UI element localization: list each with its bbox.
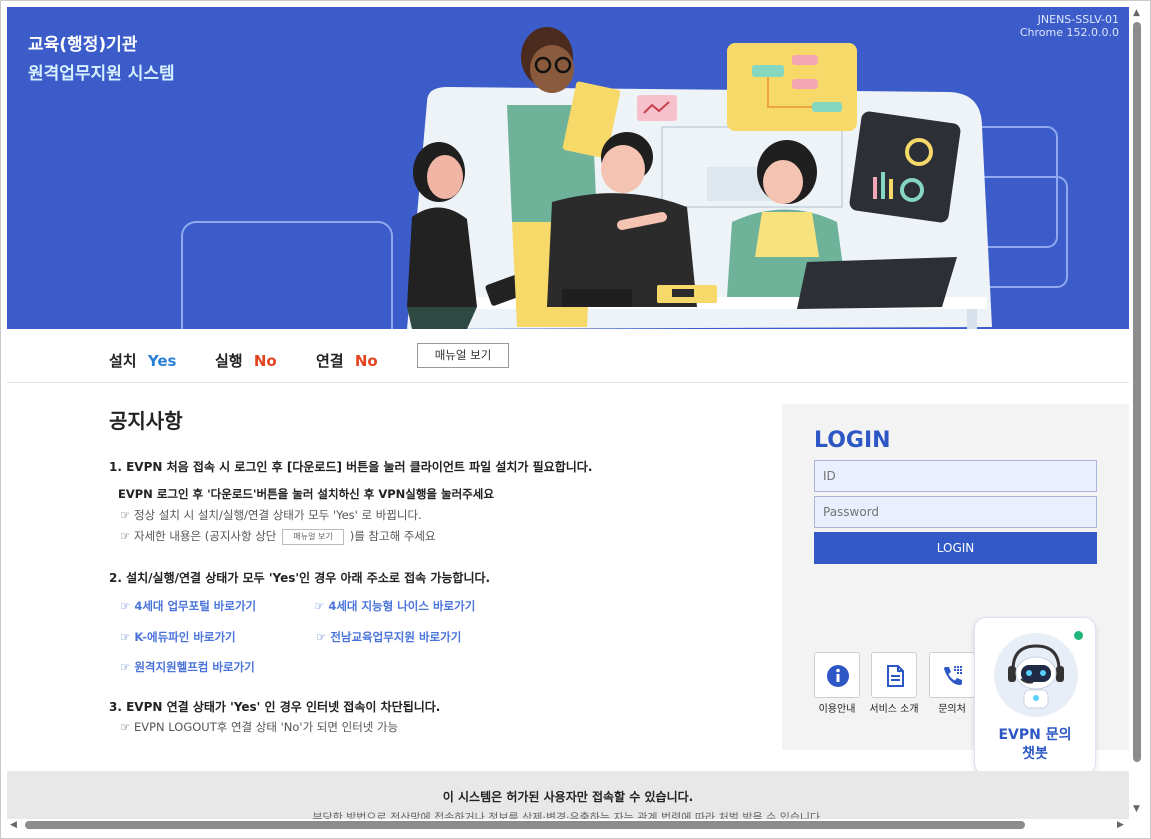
notice-item-3: 3. EVPN 연결 상태가 'Yes' 인 경우 인터넷 접속이 차단됩니다.	[109, 700, 441, 714]
chatbot-label-line-1: EVPN 문의	[998, 727, 1072, 743]
scroll-up-arrow[interactable]: ▲	[1133, 9, 1140, 18]
run-status: 실행 No	[215, 350, 277, 371]
install-value: Yes	[147, 352, 177, 370]
link-work-portal[interactable]: ☞ 4세대 업무포털 바로가기	[120, 598, 256, 614]
robot-icon	[994, 633, 1078, 717]
footer-legal-text: 부당한 방법으로 전산망에 접속하거나 정보를 삭제·변경·유출하는 자는 관계…	[312, 811, 824, 819]
notice-title: 공지사항	[109, 409, 183, 433]
scroll-right-arrow[interactable]: ▶	[1117, 821, 1124, 830]
document-icon	[887, 665, 904, 687]
chatbot-label-line-2: 챗봇	[1022, 746, 1048, 762]
link-k-edufine[interactable]: ☞ K-에듀파인 바로가기	[120, 629, 236, 645]
run-label: 실행	[215, 352, 243, 370]
chatbot-label: EVPN 문의 챗봇	[975, 726, 1095, 764]
notice-item-2: 2. 설치/실행/연결 상태가 모두 'Yes'인 경우 아래 주소로 접속 가…	[109, 571, 491, 585]
connect-status: 연결 No	[316, 350, 378, 371]
hero-banner: 교육(행정)기관 원격업무지원 시스템 JNENS-SSLV-01 Chrome…	[7, 7, 1129, 329]
horizontal-scrollbar[interactable]: ◀ ▶	[7, 819, 1131, 832]
system-info: JNENS-SSLV-01 Chrome 152.0.0.0	[1020, 13, 1119, 39]
notice-item-1: 1. EVPN 처음 접속 시 로그인 후 [다운로드] 버튼을 눌러 클라이언…	[109, 460, 593, 474]
hero-title: 교육(행정)기관	[28, 35, 138, 55]
vertical-scroll-thumb[interactable]	[1133, 22, 1141, 762]
login-title: LOGIN	[814, 428, 891, 453]
info-icon	[827, 665, 849, 687]
connect-value: No	[354, 352, 378, 370]
horizontal-scroll-thumb[interactable]	[25, 821, 1025, 829]
phone-icon	[944, 666, 962, 685]
mini-manual-button[interactable]: 매뉴얼 보기	[282, 528, 345, 545]
id-input[interactable]	[814, 460, 1097, 492]
manual-button[interactable]: 매뉴얼 보기	[417, 343, 509, 368]
notice-item-1-note-2: ☞ 자세한 내용은 (공지사항 상단 매뉴얼 보기 )를 참고해 주세요	[120, 528, 436, 545]
chatbot-widget[interactable]: EVPN 문의 챗봇	[974, 617, 1096, 775]
footer: 이 시스템은 허가된 사용자만 접속할 수 있습니다. 부당한 방법으로 전산망…	[7, 771, 1129, 819]
login-button[interactable]: LOGIN	[814, 532, 1097, 564]
service-intro-button[interactable]	[871, 652, 917, 698]
run-value: No	[253, 352, 277, 370]
guide-button[interactable]	[814, 652, 860, 698]
contact-button[interactable]	[929, 652, 975, 698]
scroll-left-arrow[interactable]: ◀	[10, 821, 17, 830]
footer-warning: 이 시스템은 허가된 사용자만 접속할 수 있습니다.	[442, 790, 694, 804]
hero-subtitle: 원격업무지원 시스템	[28, 64, 175, 84]
notice-item-1-sub: EVPN 로그인 후 '다운로드'버튼을 눌러 설치하신 후 VPN실행을 눌러…	[118, 487, 494, 501]
link-helpcom[interactable]: ☞ 원격지원헬프컴 바로가기	[120, 659, 255, 675]
install-status: 설치 Yes	[109, 350, 176, 371]
password-input[interactable]	[814, 496, 1097, 528]
notice-section: 공지사항	[109, 405, 749, 434]
team-illustration	[181, 27, 1068, 329]
notice-item-1-note-1: ☞ 정상 설치 시 설치/실행/연결 상태가 모두 'Yes' 로 바뀝니다.	[120, 508, 422, 522]
note-2-suffix: )를 참고해 주세요	[349, 529, 436, 543]
link-jeonnam-support[interactable]: ☞ 전남교육업무지원 바로가기	[316, 629, 461, 645]
connect-label: 연결	[316, 352, 344, 370]
notice-item-3-note: ☞ EVPN LOGOUT후 연결 상태 'No'가 되면 인터넷 가능	[120, 720, 399, 734]
server-id: JNENS-SSLV-01	[1037, 13, 1119, 26]
note-2-prefix: ☞ 자세한 내용은 (공지사항 상단	[120, 529, 277, 543]
scroll-down-arrow[interactable]: ▼	[1133, 805, 1140, 814]
install-label: 설치	[109, 352, 137, 370]
vertical-scrollbar[interactable]: ▲ ▼	[1131, 7, 1144, 819]
link-neis[interactable]: ☞ 4세대 지능형 나이스 바로가기	[314, 598, 475, 614]
browser-version: Chrome 152.0.0.0	[1019, 26, 1119, 39]
status-bar: 설치 Yes 실행 No 연결 No 매뉴얼 보기	[7, 330, 1129, 383]
